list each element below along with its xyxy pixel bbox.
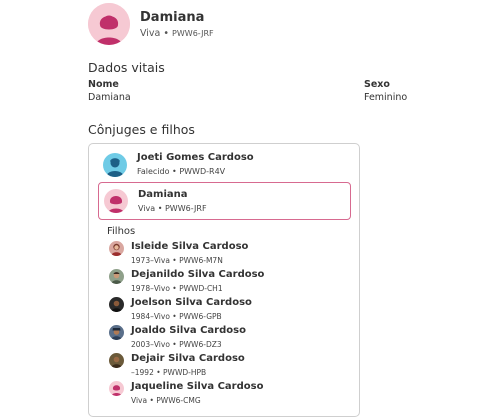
child-details: Viva • PWW6-CMG [131,396,201,405]
child-photo-avatar [109,241,124,256]
child-details: 1984–Vivo • PWW6-GPB [131,312,222,321]
vitals-title: Dados vitais [88,60,165,75]
spouse-avatar [103,152,127,177]
child-row[interactable]: Jaqueline Silva Cardoso Viva • PWW6-CMG [109,380,263,406]
child-row[interactable]: Dejair Silva Cardoso –1992 • PWWD-HPB [109,352,245,378]
photo-icon [109,353,124,368]
profile-avatar [88,3,130,45]
spouse-name[interactable]: Joeti Gomes Cardoso [137,151,254,164]
child-row[interactable]: Isleide Silva Cardoso 1973–Viva • PWW6-M… [109,240,248,266]
self-avatar [104,189,128,213]
child-name[interactable]: Jaqueline Silva Cardoso [131,380,263,393]
self-details: Viva • PWW6-JRF [138,203,207,213]
photo-icon [109,241,124,256]
profile-status: Viva [140,27,161,39]
name-label: Nome [88,79,119,90]
child-row[interactable]: Joelson Silva Cardoso 1984–Vivo • PWW6-G… [109,296,252,322]
children-label: Filhos [107,226,136,237]
spouse-details: Falecido • PWWD-R4V [137,167,226,176]
child-details: 1973–Viva • PWW6-M7N [131,256,223,265]
child-details: –1992 • PWWD-HPB [131,368,207,377]
child-name[interactable]: Joaldo Silva Cardoso [131,324,246,337]
child-photo-avatar [109,297,124,312]
profile-separator: • [163,27,170,39]
child-photo-avatar [109,353,124,368]
female-avatar-icon [88,3,130,45]
child-photo-avatar [109,325,124,340]
spouse-row[interactable]: Joeti Gomes Cardoso Falecido • PWWD-R4V [103,151,254,178]
male-avatar-icon [103,152,127,177]
child-row[interactable]: Joaldo Silva Cardoso 2003–Vivo • PWW6-DZ… [109,324,246,350]
female-avatar-icon [104,189,128,213]
child-name[interactable]: Joelson Silva Cardoso [131,296,252,309]
sex-label: Sexo [364,79,390,90]
photo-icon [109,325,124,340]
child-name[interactable]: Dejair Silva Cardoso [131,352,245,365]
child-row[interactable]: Dejanildo Silva Cardoso 1978–Vivo • PWWD… [109,268,264,294]
photo-icon [109,269,124,284]
child-details: 2003–Vivo • PWW6-DZ3 [131,340,222,349]
family-title: Cônjuges e filhos [88,122,195,137]
photo-icon [109,297,124,312]
profile-subtitle: Viva • PWW6-JRF [140,28,214,39]
child-details: 1978–Vivo • PWWD-CH1 [131,284,223,293]
name-value: Damiana [88,92,131,103]
profile-header: Damiana Viva • PWW6-JRF [88,3,214,45]
child-name[interactable]: Dejanildo Silva Cardoso [131,268,264,281]
family-card: Joeti Gomes Cardoso Falecido • PWWD-R4V … [88,143,360,417]
profile-id[interactable]: PWW6-JRF [172,29,214,38]
sex-value: Feminino [364,92,408,103]
female-avatar-icon [109,381,124,396]
child-photo-avatar [109,269,124,284]
profile-name: Damiana [140,9,205,25]
child-name[interactable]: Isleide Silva Cardoso [131,240,248,253]
self-name[interactable]: Damiana [138,188,207,201]
self-row[interactable]: Damiana Viva • PWW6-JRF [98,182,351,220]
child-female-avatar [109,381,124,396]
